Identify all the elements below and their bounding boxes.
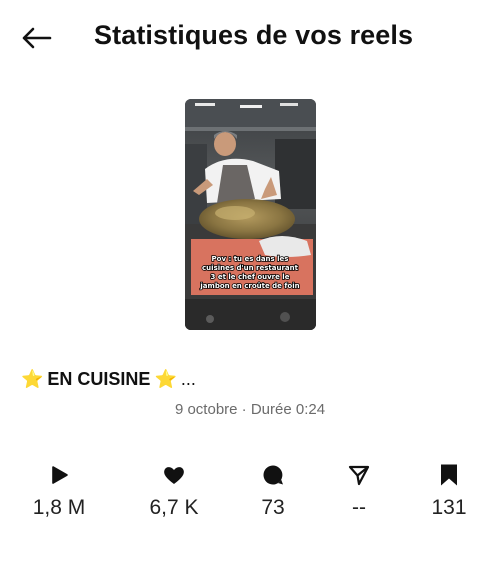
star-icon: ⭐ [154, 369, 177, 389]
bookmark-icon [441, 464, 457, 486]
stat-shares-value: -- [352, 496, 366, 519]
stat-saves[interactable]: 131 [399, 460, 499, 520]
reel-overlay-line-3: 3 et le chef ouvre le [211, 273, 290, 281]
caption-text: EN CUISINE [47, 369, 151, 389]
stat-likes[interactable]: 6,7 K [124, 460, 224, 520]
star-icon: ⭐ [21, 369, 44, 389]
play-icon [52, 466, 68, 484]
reel-thumbnail-image: Pov : tu es dans les cuisines d'un resta… [185, 99, 316, 330]
stat-comments-value: 73 [261, 496, 285, 519]
comment-icon [263, 465, 283, 485]
reel-overlay-line-2: cuisines d'un restaurant [202, 264, 299, 272]
back-button[interactable] [18, 22, 54, 54]
stats-row: 1,8 M 6,7 K 73 -- 131 [0, 460, 500, 530]
reel-thumbnail[interactable]: Pov : tu es dans les cuisines d'un resta… [185, 99, 316, 330]
reel-overlay-line-1: Pov : tu es dans les [212, 255, 289, 263]
stat-shares[interactable]: -- [309, 460, 409, 520]
stat-plays[interactable]: 1,8 M [9, 460, 109, 520]
back-arrow-icon [22, 27, 52, 49]
stat-saves-value: 131 [431, 496, 467, 519]
page-title: Statistiques de vos reels [94, 20, 414, 50]
stat-comments[interactable]: 73 [223, 460, 323, 520]
reel-overlay-line-4: jambon en croûte de foin [199, 282, 299, 290]
stat-likes-value: 6,7 K [149, 496, 199, 519]
top-bar: Statistiques de vos reels [0, 0, 500, 80]
caption-ellipsis: ... [180, 369, 196, 389]
reel-caption: ⭐ EN CUISINE ⭐ ... [21, 369, 196, 390]
reel-date-duration: 9 octobre · Durée 0:24 [174, 401, 326, 418]
share-icon [348, 465, 370, 486]
heart-icon [164, 467, 184, 484]
stat-plays-value: 1,8 M [32, 496, 86, 519]
